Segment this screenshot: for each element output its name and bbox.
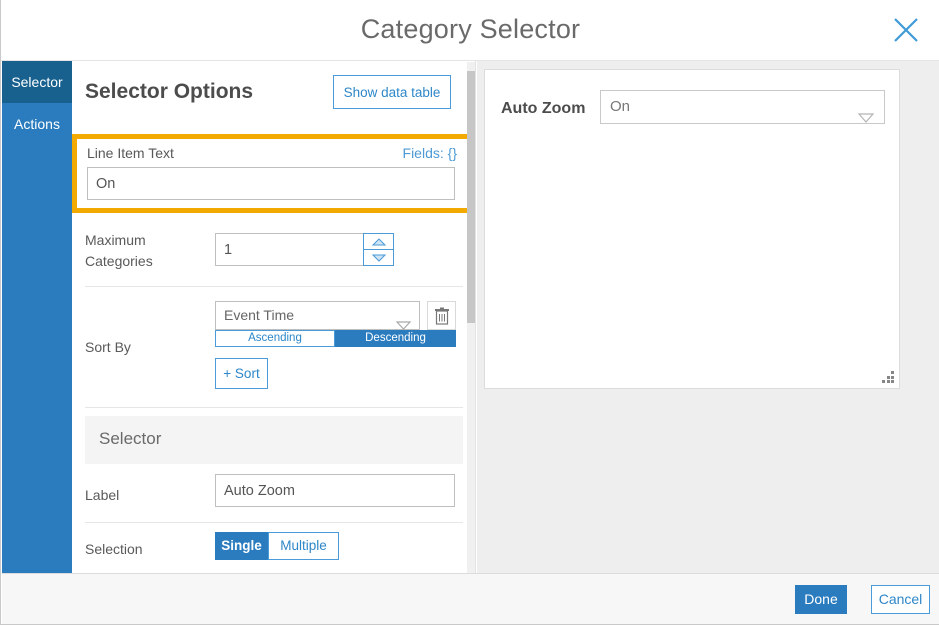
caret-down-icon[interactable] xyxy=(363,249,394,266)
chevron-down-icon xyxy=(858,103,874,135)
sidebar-item-actions[interactable]: Actions xyxy=(2,103,72,145)
selector-section-title: Selector xyxy=(99,429,161,449)
add-sort-button[interactable]: + Sort xyxy=(215,358,268,389)
divider xyxy=(85,522,463,523)
options-header: Selector Options Show data table xyxy=(72,61,476,126)
sidebar-item-selector[interactable]: Selector xyxy=(2,61,72,103)
line-item-text-label: Line Item Text xyxy=(87,145,174,161)
sidebar-item-label: Actions xyxy=(14,116,60,132)
label-field-input[interactable] xyxy=(215,474,455,507)
preview-card: Auto Zoom On xyxy=(484,69,900,389)
dialog-header: Category Selector xyxy=(1,0,939,61)
preview-label: Auto Zoom xyxy=(501,100,585,118)
delete-sort-button[interactable] xyxy=(427,301,456,330)
page-title: Category Selector xyxy=(1,14,939,45)
cancel-button[interactable]: Cancel xyxy=(871,585,930,614)
fields-link[interactable]: Fields: {} xyxy=(403,145,457,161)
resize-grip-icon[interactable] xyxy=(882,371,894,383)
divider xyxy=(85,286,463,287)
preview-select-value: On xyxy=(610,98,630,115)
options-scrollbar-thumb[interactable] xyxy=(467,71,475,323)
selection-multiple-button[interactable]: Multiple xyxy=(268,532,339,560)
done-button[interactable]: Done xyxy=(795,585,847,614)
maximum-categories-label: Maximum Categories xyxy=(85,230,215,272)
options-heading: Selector Options xyxy=(85,80,253,104)
sort-field-value: Event Time xyxy=(224,307,294,323)
maximum-categories-input[interactable] xyxy=(215,233,364,266)
sidebar-tab-rail: Selector Actions xyxy=(2,61,72,573)
sort-ascending-button[interactable]: Ascending xyxy=(215,330,335,347)
selection-field-label: Selection xyxy=(85,541,143,557)
selector-options-pane: Selector Options Show data table Line It… xyxy=(72,61,476,573)
category-selector-dialog: Category Selector Selector Actions Selec… xyxy=(0,0,939,625)
show-data-table-button[interactable]: Show data table xyxy=(333,75,451,109)
close-icon[interactable] xyxy=(886,10,926,50)
divider xyxy=(85,407,463,408)
preview-pane: Auto Zoom On xyxy=(477,61,939,573)
sort-field-select[interactable]: Event Time xyxy=(215,301,420,330)
line-item-text-group-highlight: Line Item Text Fields: {} xyxy=(72,134,472,213)
sort-by-row: Sort By Event Time xyxy=(72,292,476,402)
selection-single-button[interactable]: Single xyxy=(215,532,268,560)
caret-up-icon[interactable] xyxy=(363,233,394,250)
selector-section-heading: Selector xyxy=(85,416,463,464)
maximum-categories-stepper xyxy=(215,233,395,266)
sidebar-item-label: Selector xyxy=(11,74,62,90)
preview-select[interactable]: On xyxy=(600,90,885,124)
line-item-text-input[interactable] xyxy=(87,167,455,200)
sort-direction-toggle: Ascending Descending xyxy=(215,330,456,347)
sort-by-label: Sort By xyxy=(85,339,131,355)
label-field-label: Label xyxy=(85,487,119,503)
sort-descending-button[interactable]: Descending xyxy=(335,330,456,347)
dialog-footer: Done Cancel xyxy=(2,573,939,624)
maximum-categories-row: Maximum Categories xyxy=(72,225,476,285)
options-form: Line Item Text Fields: {} Maximum Catego… xyxy=(72,126,476,573)
